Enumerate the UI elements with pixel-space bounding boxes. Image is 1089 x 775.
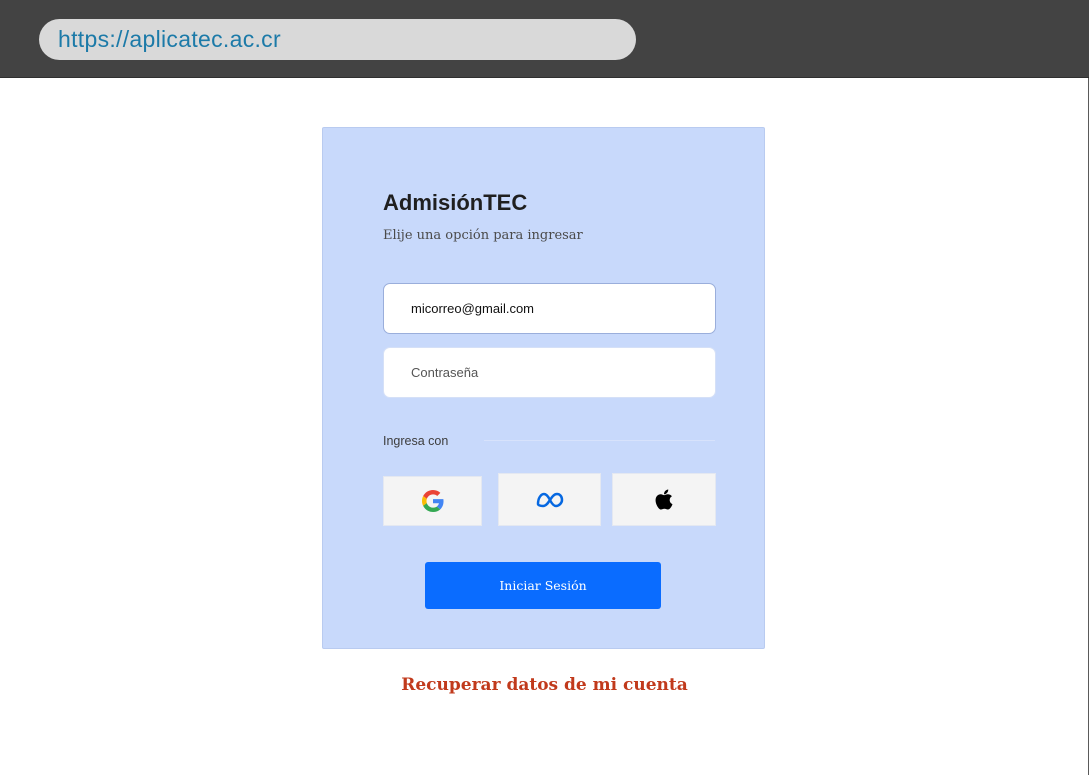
meta-login-button[interactable] [498,473,601,526]
apple-icon [655,489,673,510]
google-icon [421,490,444,512]
recover-account-label: Recuperar datos de mi cuenta [401,675,688,695]
browser-toolbar: https://aplicatec.ac.cr [0,0,1089,78]
social-login-label: Ingresa con [383,434,449,448]
meta-icon [536,492,563,507]
login-button[interactable]: Iniciar Sesión [425,562,661,609]
email-field[interactable]: micorreo@gmail.com [383,283,716,334]
url-text: https://aplicatec.ac.cr [58,26,281,52]
password-placeholder: Contraseña [411,365,479,380]
url-bar[interactable]: https://aplicatec.ac.cr [39,19,636,60]
login-button-label: Iniciar Sesión [499,578,587,593]
divider [484,440,715,441]
apple-login-button[interactable] [612,473,716,526]
google-login-button[interactable] [383,476,482,526]
page-title: AdmisiónTEC [383,190,528,215]
password-field[interactable]: Contraseña [383,347,716,398]
page-subtitle: Elije una opción para ingresar [383,228,583,243]
recover-account-link[interactable]: Recuperar datos de mi cuenta [0,675,1089,695]
email-value: micorreo@gmail.com [411,301,534,316]
